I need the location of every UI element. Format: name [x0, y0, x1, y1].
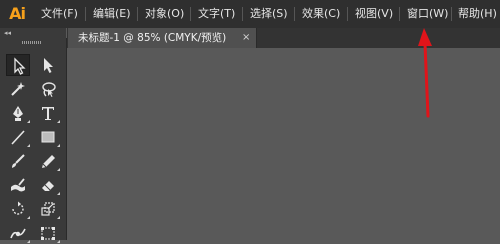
tool-flyout-indicator-icon — [27, 240, 30, 243]
tool-flyout-indicator-icon — [57, 240, 60, 243]
annotation-arrow-icon — [418, 28, 432, 118]
